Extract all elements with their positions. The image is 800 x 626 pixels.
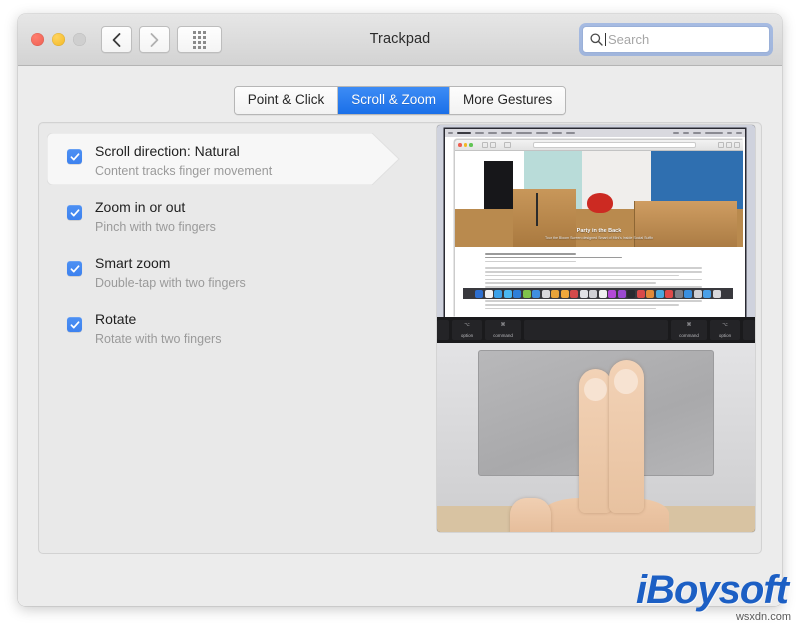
key-edge-left <box>437 320 449 340</box>
key-command-left: ⌘command <box>485 320 521 340</box>
watermark-logo: iBoysoft <box>636 570 788 610</box>
settings-panel: Scroll direction: Natural Content tracks… <box>38 122 762 554</box>
macbook-screen-area: Party in the Back Tour the Bloom Screen … <box>437 125 755 343</box>
option-text: Scroll direction: Natural Content tracks… <box>95 142 272 180</box>
checkbox-scroll-direction[interactable] <box>67 149 82 164</box>
hero-title: Party in the Back <box>455 228 743 234</box>
option-scroll-direction[interactable]: Scroll direction: Natural Content tracks… <box>47 133 429 189</box>
option-text: Zoom in or out Pinch with two fingers <box>95 198 216 236</box>
option-text: Smart zoom Double-tap with two fingers <box>95 254 246 292</box>
safari-address-bar <box>533 142 697 148</box>
hero-caption: Party in the Back Tour the Bloom Screen … <box>455 228 743 247</box>
option-sublabel: Rotate with two fingers <box>95 330 221 348</box>
search-icon <box>589 32 604 47</box>
key-option-left: ⌥option <box>452 320 482 340</box>
safari-minimize-icon <box>464 143 468 147</box>
checkmark-icon <box>70 208 80 218</box>
macbook-keyboard: ⌥option ⌘command ⌘command ⌥option <box>437 317 755 343</box>
index-finger <box>579 369 612 513</box>
checkbox-smart-zoom[interactable] <box>67 261 82 276</box>
search-input[interactable]: Search <box>582 26 770 53</box>
macbook-display: Party in the Back Tour the Bloom Screen … <box>445 129 745 317</box>
option-sublabel: Content tracks finger movement <box>95 162 272 180</box>
key-spacebar <box>524 320 668 340</box>
option-rotate[interactable]: Rotate Rotate with two fingers <box>47 301 429 357</box>
key-edge-right <box>743 320 755 340</box>
window-titlebar: Trackpad Search <box>18 14 782 66</box>
checkmark-icon <box>70 152 80 162</box>
option-zoom-in-or-out[interactable]: Zoom in or out Pinch with two fingers <box>47 189 429 245</box>
option-label: Zoom in or out <box>95 198 216 217</box>
watermark-site: wsxdn.com <box>736 611 791 623</box>
safari-zoom-icon <box>469 143 473 147</box>
safari-window: Party in the Back Tour the Bloom Screen … <box>455 140 743 317</box>
checkmark-icon <box>70 320 80 330</box>
preferences-window: Trackpad Search Point & Click Scroll & Z… <box>18 14 782 606</box>
tab-strip: Point & Click Scroll & Zoom More Gesture… <box>18 86 782 115</box>
thumb <box>510 498 551 532</box>
option-sublabel: Double-tap with two fingers <box>95 274 246 292</box>
tab-point-and-click[interactable]: Point & Click <box>235 87 339 114</box>
checkbox-zoom-in-or-out[interactable] <box>67 205 82 220</box>
option-label: Smart zoom <box>95 254 246 273</box>
option-label: Rotate <box>95 310 221 329</box>
webpage-hero-image: Party in the Back Tour the Bloom Screen … <box>455 151 743 247</box>
option-smart-zoom[interactable]: Smart zoom Double-tap with two fingers <box>47 245 429 301</box>
tab-scroll-and-zoom[interactable]: Scroll & Zoom <box>338 87 450 114</box>
trackpad-demo-area <box>437 343 755 532</box>
checkmark-icon <box>70 264 80 274</box>
option-sublabel: Pinch with two fingers <box>95 218 216 236</box>
mac-menu-bar <box>445 129 745 137</box>
search-placeholder: Search <box>608 32 649 47</box>
macos-dock <box>463 288 733 299</box>
key-option-right: ⌥option <box>710 320 740 340</box>
gesture-demo-video[interactable]: Party in the Back Tour the Bloom Screen … <box>437 125 755 532</box>
gesture-options-list: Scroll direction: Natural Content tracks… <box>47 133 429 357</box>
checkbox-rotate[interactable] <box>67 317 82 332</box>
hand-illustration <box>437 343 755 532</box>
middle-finger <box>609 360 644 513</box>
webpage-article-text <box>455 247 743 309</box>
option-label: Scroll direction: Natural <box>95 142 272 161</box>
window-body: Point & Click Scroll & Zoom More Gesture… <box>18 66 782 606</box>
search-container: Search <box>582 26 770 53</box>
safari-toolbar <box>455 140 743 151</box>
safari-close-icon <box>458 143 462 147</box>
text-cursor <box>605 33 606 46</box>
option-text: Rotate Rotate with two fingers <box>95 310 221 348</box>
hero-subtitle: Tour the Bloom Screen designed Smart of … <box>455 236 743 240</box>
key-command-right: ⌘command <box>671 320 707 340</box>
tab-more-gestures[interactable]: More Gestures <box>450 87 565 114</box>
